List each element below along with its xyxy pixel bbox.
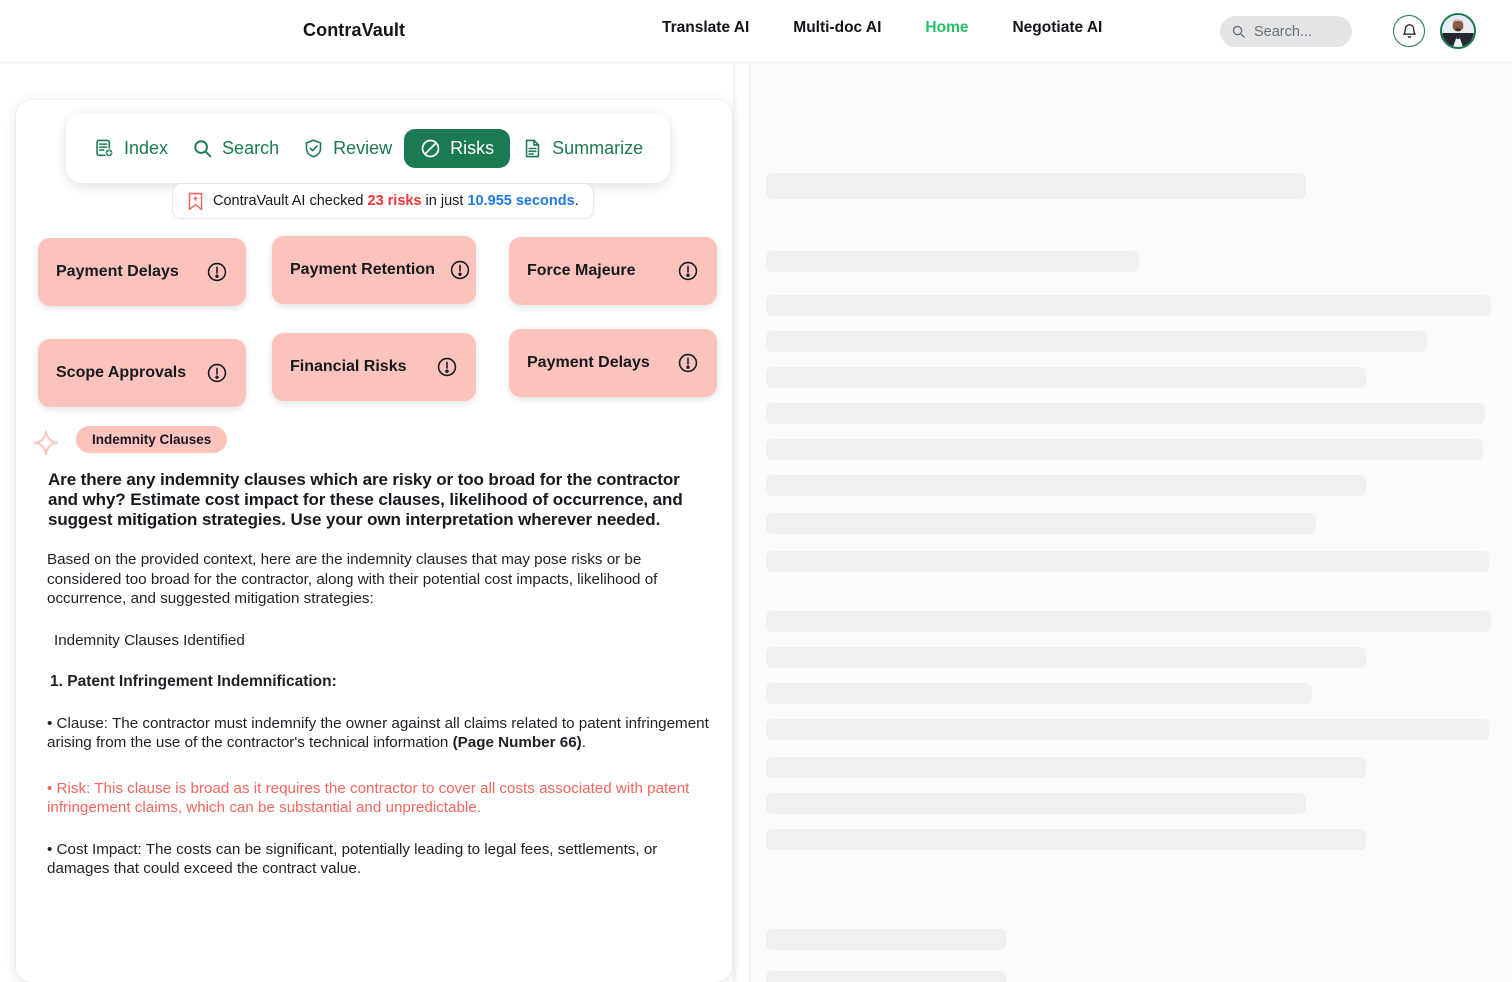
question-title: Are there any indemnity clauses which ar… — [48, 470, 683, 529]
skeleton-row — [766, 173, 1306, 199]
nav-link-negotiate-ai[interactable]: Negotiate AI — [990, 19, 1124, 37]
risk-chip-force-majeure[interactable]: Force Majeure — [509, 237, 717, 305]
answer-section-label: Indemnity Clauses Identified — [54, 631, 245, 649]
main-nav: Translate AI Multi-doc AI Home Negotiate… — [640, 19, 1124, 37]
tab-review-label: Review — [333, 137, 393, 158]
document-lines-icon — [525, 139, 540, 157]
tab-search[interactable]: Search — [180, 129, 291, 168]
nav-link-translate-ai[interactable]: Translate AI — [640, 19, 771, 37]
skeleton-row — [766, 719, 1489, 740]
bell-icon — [1402, 23, 1416, 38]
panel-scrollbar[interactable] — [733, 63, 738, 982]
skeleton-row — [766, 475, 1366, 496]
top-navigation-bar: ContraVault Translate AI Multi-doc AI Ho… — [0, 0, 1512, 63]
answer-header: Indemnity Clauses — [24, 426, 732, 458]
alert-circle-icon — [437, 357, 457, 377]
answer-intro: Based on the provided context, here are … — [47, 551, 658, 607]
avatar[interactable] — [1440, 13, 1476, 49]
search-icon — [194, 139, 212, 157]
topic-badge: Indemnity Clauses — [76, 426, 228, 453]
skeleton-row — [766, 971, 1006, 982]
workspace-tabbar: Index Search Review Risks Summarize — [66, 113, 670, 183]
skeleton-row — [766, 367, 1366, 388]
answer-risk-bullet: • Risk: This clause is broad as it requi… — [47, 779, 690, 817]
tab-search-label: Search — [222, 137, 280, 158]
tab-risks[interactable]: Risks — [404, 128, 511, 168]
risks-panel-card: Index Search Review Risks Summarize Cont… — [16, 100, 732, 982]
tab-summarize-label: Summarize — [552, 137, 644, 158]
document-preview-panel — [749, 63, 1512, 982]
skeleton-row — [766, 295, 1491, 316]
risk-chip-scope-approvals[interactable]: Scope Approvals — [38, 339, 246, 407]
status-duration: 10.955 seconds — [467, 193, 575, 209]
skeleton-row — [766, 439, 1483, 460]
tab-index[interactable]: Index — [82, 129, 180, 168]
app-brand-title: ContraVault — [303, 20, 406, 40]
alert-circle-icon — [207, 363, 227, 383]
risk-chip-label: Force Majeure — [527, 262, 636, 279]
status-banner-text: ContraVault AI checked 23 risks in just … — [213, 193, 579, 209]
skeleton-row — [766, 647, 1366, 668]
bookmark-flag-icon — [188, 192, 203, 210]
tab-review[interactable]: Review — [291, 129, 404, 168]
risk-chip-payment-delays-2[interactable]: Payment Delays — [509, 329, 717, 397]
skeleton-row — [766, 793, 1306, 814]
clause-text: • Clause: The contractor must indemnify … — [47, 714, 709, 752]
status-prefix: ContraVault AI checked — [213, 193, 368, 209]
clause-page-reference: (Page Number 66) — [452, 734, 582, 751]
user-avatar — [1442, 15, 1474, 47]
risk-chip-payment-delays-1[interactable]: Payment Delays — [38, 238, 246, 306]
skeleton-row — [766, 929, 1006, 950]
skeleton-row — [766, 251, 1139, 272]
skeleton-row — [766, 403, 1485, 424]
search-input[interactable]: Search... — [1220, 16, 1352, 47]
status-middle: in just — [421, 193, 468, 209]
skeleton-row — [766, 331, 1427, 352]
tab-index-label: Index — [124, 137, 169, 158]
skeleton-row — [766, 551, 1489, 572]
skeleton-row — [766, 829, 1366, 850]
risk-chip-grid: Payment Delays Payment Retention Force M… — [16, 236, 732, 418]
risk-chip-label: Payment Delays — [527, 354, 650, 371]
answer-item-heading: 1. Patent Infringement Indemnification: — [50, 673, 337, 690]
tab-risks-label: Risks — [450, 137, 495, 158]
nav-link-multi-doc-ai[interactable]: Multi-doc AI — [771, 19, 903, 37]
status-banner: ContraVault AI checked 23 risks in just … — [172, 183, 594, 219]
clause-tail: . — [581, 734, 586, 751]
risk-chip-label: Financial Risks — [290, 358, 407, 375]
sparkle-icon — [33, 430, 59, 455]
answer-cost-impact-bullet: • Cost Impact: The costs can be signific… — [47, 840, 658, 878]
alert-circle-icon — [678, 261, 698, 281]
risk-chip-label: Payment Retention — [290, 261, 435, 278]
skeleton-row — [766, 611, 1491, 632]
risk-chip-financial-risks[interactable]: Financial Risks — [272, 333, 476, 401]
search-placeholder-text: Search... — [1254, 23, 1313, 40]
alert-circle-icon — [678, 353, 698, 373]
answer-clause-bullet: • Clause: The contractor must indemnify … — [47, 714, 712, 753]
status-risk-count: 23 risks — [367, 193, 422, 209]
tab-summarize[interactable]: Summarize — [510, 129, 655, 168]
alert-circle-icon — [207, 262, 227, 282]
notifications-button[interactable] — [1393, 15, 1425, 47]
answer-body: Are there any indemnity clauses which ar… — [16, 470, 732, 879]
search-icon — [1232, 25, 1245, 38]
risk-chip-label: Scope Approvals — [56, 364, 187, 381]
skeleton-row — [766, 757, 1366, 778]
no-entry-icon — [421, 139, 440, 157]
shield-check-icon — [305, 138, 322, 158]
document-add-icon — [96, 139, 114, 157]
skeleton-row — [766, 683, 1312, 704]
nav-link-home[interactable]: Home — [903, 19, 990, 37]
skeleton-row — [766, 513, 1316, 534]
status-suffix: . — [574, 193, 579, 209]
risk-chip-label: Payment Delays — [56, 263, 179, 280]
app-stage: Index Search Review Risks Summarize Cont… — [0, 63, 1512, 982]
ai-answer-block: Indemnity Clauses Are there any indemnit… — [16, 426, 732, 879]
risk-chip-payment-retention[interactable]: Payment Retention — [272, 236, 476, 304]
alert-circle-icon — [450, 260, 470, 280]
